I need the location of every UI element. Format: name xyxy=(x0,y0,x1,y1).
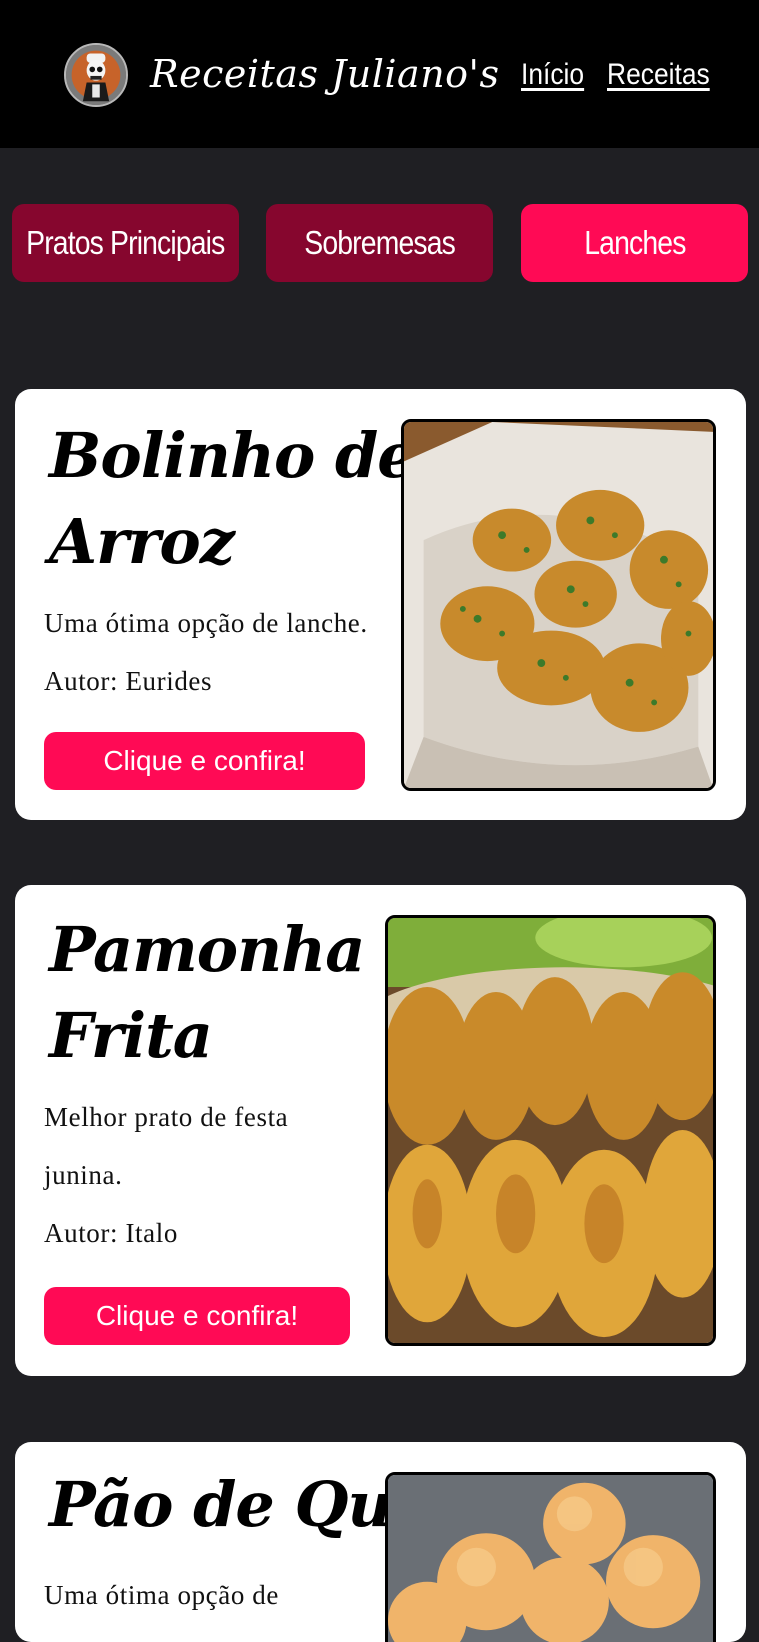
recipe-card: Pão de Queijo Uma ótima opção de xyxy=(15,1442,746,1642)
chef-skull-logo[interactable] xyxy=(64,43,128,107)
recipe-title-line: Frita xyxy=(49,999,213,1072)
category-label: Pratos Principais xyxy=(26,224,225,261)
app-header: Receitas Juliano's Início Receitas xyxy=(0,0,759,148)
pao-de-queijo-photo[interactable] xyxy=(385,1472,716,1642)
recipe-title-line: Pamonha xyxy=(49,913,365,986)
recipe-author: Autor: Eurides xyxy=(44,666,213,696)
category-button-pratos-principais[interactable]: Pratos Principais xyxy=(12,204,239,282)
bolinho-de-arroz-photo[interactable] xyxy=(401,419,716,791)
pamonha-frita-photo[interactable] xyxy=(385,915,716,1346)
see-recipe-button[interactable]: Clique e confira! xyxy=(44,1287,350,1345)
nav-link-receitas[interactable]: Receitas xyxy=(607,56,710,94)
see-recipe-button[interactable]: Clique e confira! xyxy=(44,732,365,790)
nav-link-inicio[interactable]: Início xyxy=(521,56,584,94)
recipe-author: Autor: Italo xyxy=(44,1218,178,1248)
recipe-title-line: Bolinho de xyxy=(49,419,417,492)
recipe-description-line: junina. xyxy=(44,1160,123,1190)
category-label: Lanches xyxy=(583,224,686,261)
recipe-title-line: Arroz xyxy=(49,505,235,578)
recipe-card: Pamonha Frita Melhor prato de festa juni… xyxy=(15,885,746,1376)
recipe-description-line: Melhor prato de festa xyxy=(44,1102,289,1132)
recipe-description: Uma ótima opção de xyxy=(44,1580,279,1610)
category-label: Sobremesas xyxy=(304,224,456,261)
recipe-description: Uma ótima opção de lanche. xyxy=(44,608,368,638)
recipe-card: Bolinho de Arroz Uma ótima opção de lanc… xyxy=(15,389,746,820)
category-button-sobremesas[interactable]: Sobremesas xyxy=(266,204,493,282)
brand-title[interactable]: Receitas Juliano's xyxy=(150,44,500,104)
category-button-lanches[interactable]: Lanches xyxy=(521,204,748,282)
